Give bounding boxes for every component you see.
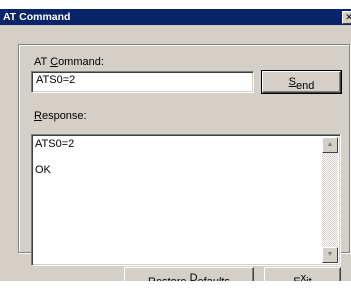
response-line-1: ATS0=2 (35, 138, 75, 150)
at-command-value: ATS0=2 (36, 74, 76, 86)
background-strip (0, 281, 351, 300)
dialog-client-area: AT Command: ATS0=2 Send Response: ATS0=2… (0, 25, 351, 292)
response-line-2: OK (35, 164, 51, 176)
scroll-down-icon[interactable]: ▼ (322, 247, 338, 263)
response-scrollbar[interactable]: ▲ ▼ (322, 137, 338, 263)
response-text-area[interactable]: ATS0=2 OK ▲ ▼ (31, 134, 341, 266)
send-button[interactable]: Send (261, 70, 342, 94)
window-title: AT Command (3, 11, 71, 23)
at-command-input[interactable]: ATS0=2 (31, 71, 254, 93)
response-label: Response: (34, 110, 87, 122)
title-bar[interactable]: AT Command ✕ (0, 9, 351, 25)
close-icon[interactable]: ✕ (342, 11, 351, 24)
at-command-label: AT Command: (34, 56, 104, 68)
scroll-up-icon[interactable]: ▲ (322, 137, 338, 153)
